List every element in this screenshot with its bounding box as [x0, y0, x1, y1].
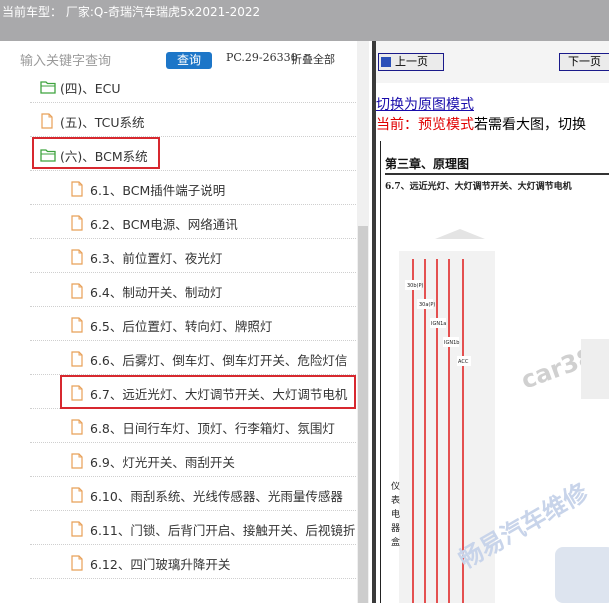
tree-item[interactable]: 6.2、BCM电源、网络通讯: [30, 205, 366, 239]
right-viewer-panel: 上一页 下一页 切换为原图模式 当前：预览模式若需看大图，切换 第三章、原理图 …: [376, 41, 609, 603]
folder-open-icon: [40, 79, 56, 94]
document-icon: [70, 283, 84, 299]
tree-item-label: 6.3、前位置灯、夜光灯: [90, 251, 223, 266]
tree-item[interactable]: 6.4、制动开关、制动灯: [30, 273, 366, 307]
highlight-box-6-7: [60, 375, 356, 409]
tree-item[interactable]: 6.10、雨刮系统、光线传感器、光雨量传感器: [30, 477, 366, 511]
status-mode: 预览模式: [418, 117, 474, 133]
vlabel-4: 器: [391, 523, 400, 534]
document-icon: [70, 453, 84, 469]
diagram-label-30a: 30a(P): [419, 302, 435, 308]
highlight-box-bcm: [32, 137, 160, 169]
tree-item[interactable]: 6.11、门锁、后背门开启、接触开关、后视镜折: [30, 511, 366, 545]
diagram-label-acc: ACC: [458, 359, 469, 365]
tree-item-label: 6.9、灯光开关、雨刮开关: [90, 455, 235, 470]
vlabel-5: 盒: [391, 536, 400, 548]
chapter-rule: [385, 173, 609, 175]
tree-item-label: 6.8、日间行车灯、顶灯、行李箱灯、氛围灯: [90, 421, 335, 436]
wiring-diagram: 30b(P) 30a(P) IGN1a IGN1b ACC 仪 表 电 器 盒 …: [391, 229, 609, 603]
vlabel-2: 表: [391, 494, 400, 506]
document-preview[interactable]: 第三章、原理图 6.7、远近光灯、大灯调节开关、大灯调节电机 30b(P) 30…: [380, 141, 609, 603]
tree-item-label: 6.6、后雾灯、倒车灯、倒车灯开关、危险灯信: [90, 353, 348, 368]
tree-item-label: (五)、TCU系统: [60, 115, 145, 130]
pc-code-label: PC.29-26330: [226, 51, 298, 64]
status-prefix: 当前：: [376, 117, 418, 133]
tree-item[interactable]: 6.3、前位置灯、夜光灯: [30, 239, 366, 273]
document-icon: [70, 317, 84, 333]
tree-item-label: (四)、ECU: [60, 81, 121, 96]
next-page-button[interactable]: 下一页: [559, 53, 609, 71]
tree-item[interactable]: 6.1、BCM插件端子说明: [30, 171, 366, 205]
document-icon: [70, 487, 84, 503]
section-title: 6.7、远近光灯、大灯调节开关、大灯调节电机: [385, 182, 572, 192]
tree-item-label: 6.11、门锁、后背门开启、接触开关、后视镜折: [90, 523, 356, 538]
document-icon: [70, 249, 84, 265]
view-mode-status: 当前：预览模式若需看大图，切换: [376, 114, 586, 134]
chapter-title: 第三章、原理图: [385, 157, 470, 171]
document-icon: [70, 521, 84, 537]
document-icon: [70, 215, 84, 231]
document-icon: [70, 419, 84, 435]
collapse-all-link[interactable]: 折叠全部: [291, 51, 335, 67]
top-header-bar: 当前车型： 厂家:Q-奇瑞汽车瑞虎5x2021-2022: [0, 0, 609, 41]
next-page-label: 下一页: [568, 55, 601, 68]
diagram-label-ign1a: IGN1a: [431, 321, 446, 327]
tree-item[interactable]: (五)、TCU系统: [30, 103, 366, 137]
vlabel-3: 电: [391, 508, 400, 520]
left-panel: 查询 PC.29-26330 折叠全部 (四)、ECU(五)、TCU系统(六)、…: [0, 41, 372, 603]
component-shape: [581, 339, 609, 399]
vlabel-1: 仪: [391, 481, 400, 492]
document-icon: [70, 181, 84, 197]
tree-item[interactable]: 6.6、后雾灯、倒车灯、倒车灯开关、危险灯信: [30, 341, 366, 375]
switch-original-mode-link[interactable]: 切换为原图模式: [376, 94, 474, 114]
document-icon: [70, 555, 84, 571]
tree-item[interactable]: 6.5、后位置灯、转向灯、牌照灯: [30, 307, 366, 341]
tree-item[interactable]: 6.12、四门玻璃升降开关: [30, 545, 366, 579]
tree-item[interactable]: 6.8、日间行车灯、顶灯、行李箱灯、氛围灯: [30, 409, 366, 443]
prev-page-label: 上一页: [395, 55, 428, 68]
tree-item-label: 6.5、后位置灯、转向灯、牌照灯: [90, 319, 273, 334]
current-vehicle-title: 当前车型： 厂家:Q-奇瑞汽车瑞虎5x2021-2022: [2, 5, 261, 19]
page-nav-bar: 上一页 下一页: [376, 41, 609, 83]
tree-item[interactable]: 6.9、灯光开关、雨刮开关: [30, 443, 366, 477]
tree-item-label: 6.1、BCM插件端子说明: [90, 183, 226, 198]
status-suffix: 若需看大图，切换: [474, 117, 586, 133]
document-icon: [40, 113, 54, 129]
arrow-left-icon: [381, 57, 391, 67]
diagram-arrow-shape: [435, 229, 485, 239]
tree-item-label: 6.2、BCM电源、网络通讯: [90, 217, 238, 232]
tree-scrollbar[interactable]: [357, 41, 369, 603]
component-shape-lower: [555, 547, 609, 603]
tree-scrollbar-thumb[interactable]: [358, 226, 368, 603]
tree-item-label: 6.10、雨刮系统、光线传感器、光雨量传感器: [90, 489, 343, 504]
search-button[interactable]: 查询: [166, 52, 212, 69]
tree-item[interactable]: (四)、ECU: [30, 69, 366, 103]
prev-page-button[interactable]: 上一页: [378, 53, 444, 71]
diagram-label-30b: 30b(P): [407, 283, 424, 289]
diagram-label-ign1b: IGN1b: [444, 340, 459, 346]
tree-item-label: 6.12、四门玻璃升降开关: [90, 557, 231, 572]
tree-item-label: 6.4、制动开关、制动灯: [90, 285, 223, 300]
document-icon: [70, 351, 84, 367]
